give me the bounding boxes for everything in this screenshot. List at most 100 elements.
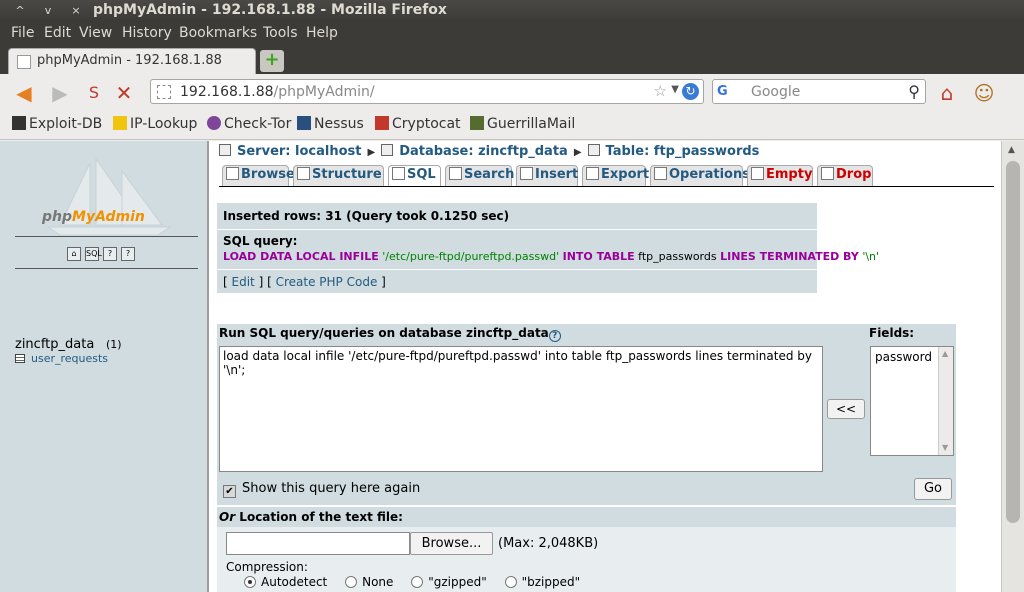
show-query-again-option[interactable]: ✔ Show this query here again <box>223 481 420 498</box>
show-query-label: Show this query here again <box>242 481 421 496</box>
sql-icon[interactable]: SQL <box>85 247 102 261</box>
bookmark-ip-lookup[interactable]: IP-Lookup <box>113 116 197 132</box>
scrollbar-thumb[interactable] <box>1006 161 1020 523</box>
go-button[interactable]: Go <box>914 478 952 500</box>
search-bar[interactable]: G Google ⚲ <box>712 79 926 104</box>
menu-history[interactable]: History <box>122 25 172 41</box>
forward-arrow-icon[interactable]: ▶ <box>47 80 73 106</box>
bookmark-guerrillamail[interactable]: GuerrillaMail <box>470 116 575 132</box>
field-option[interactable]: password <box>875 350 932 364</box>
bookmark-nessus[interactable]: Nessus <box>297 116 364 132</box>
tab-export[interactable]: Export <box>582 165 649 186</box>
close-window-button[interactable]: × <box>68 3 84 19</box>
breadcrumb-table[interactable]: Table: ftp_passwords <box>587 144 760 159</box>
noscript-icon[interactable]: S <box>81 80 107 106</box>
radio-icon[interactable] <box>504 576 517 588</box>
greasemonkey-icon[interactable]: ☺ <box>971 80 997 106</box>
menu-help[interactable]: Help <box>306 25 338 41</box>
reload-icon[interactable]: ↻ <box>682 83 699 100</box>
help-icon[interactable]: ? <box>548 330 561 342</box>
edit-link[interactable]: Edit <box>232 275 255 289</box>
database-name[interactable]: zincftp_data <box>15 337 94 352</box>
tab-search[interactable]: Search <box>445 165 515 186</box>
tab-label: Search <box>464 167 515 182</box>
radio-label: None <box>362 575 394 589</box>
scroll-up-arrow-icon[interactable]: ▲ <box>1008 145 1015 155</box>
browser-tab[interactable]: phpMyAdmin - 192.168.1.88 <box>8 48 256 74</box>
new-tab-button[interactable]: + <box>260 50 284 72</box>
url-history-dropdown-icon[interactable]: ▼ <box>671 84 679 95</box>
bookmark-check-tor[interactable]: Check-Tor <box>207 116 291 132</box>
logo-myadmin: MyAdmin <box>72 209 145 225</box>
breadcrumb-database-label: Database: zincftp_data <box>399 144 568 159</box>
url-text[interactable]: 192.168.1.88/phpMyAdmin/ <box>180 84 375 100</box>
sql-query-textarea[interactable]: load data local infile '/etc/pure-ftpd/p… <box>219 346 823 472</box>
file-path-input[interactable] <box>226 532 410 555</box>
menu-edit[interactable]: Edit <box>44 25 71 41</box>
location-section: Browse... (Max: 2,048KB) Compression: Au… <box>217 527 956 592</box>
tab-structure[interactable]: Structure <box>293 165 384 186</box>
scroll-down-arrow-icon[interactable]: ▼ <box>942 443 948 452</box>
phpmyadmin-logo[interactable]: phpMyAdmin <box>30 153 180 239</box>
maximize-button[interactable]: v <box>40 3 56 19</box>
radio-icon[interactable] <box>411 576 424 588</box>
tab-insert[interactable]: Insert <box>516 165 578 186</box>
radio-selected-icon[interactable] <box>244 576 256 588</box>
bracket: ] [ <box>258 275 272 289</box>
compression-autodetect[interactable]: Autodetect <box>244 575 327 589</box>
compression-none[interactable]: None <box>345 575 393 589</box>
insert-field-button[interactable]: << <box>827 399 865 419</box>
radio-icon[interactable] <box>345 576 358 588</box>
tab-empty[interactable]: Empty <box>747 165 813 186</box>
home-icon[interactable]: ⌂ <box>934 80 960 106</box>
site-identity-icon[interactable] <box>157 85 171 99</box>
menu-view[interactable]: View <box>79 25 112 41</box>
url-bar[interactable]: 192.168.1.88/phpMyAdmin/ ☆ ▼ ↻ <box>150 79 704 104</box>
bookmark-cryptocat[interactable]: Cryptocat <box>375 116 461 132</box>
compression-gzipped[interactable]: "gzipped" <box>411 575 487 589</box>
back-arrow-icon[interactable]: ◀ <box>11 80 37 106</box>
breadcrumb-database[interactable]: Database: zincftp_data <box>381 144 568 159</box>
create-php-code-link[interactable]: Create PHP Code <box>276 275 378 289</box>
bookmark-exploit-db[interactable]: Exploit-DB <box>12 116 102 132</box>
home-icon[interactable]: ⌂ <box>67 247 81 261</box>
search-icon[interactable]: ⚲ <box>908 82 920 101</box>
menu-file[interactable]: File <box>11 25 34 41</box>
fields-scrollbar[interactable]: ▲ ▼ <box>938 347 953 455</box>
compression-options: Autodetect None "gzipped" "bzipped" <box>244 575 594 589</box>
show-query-checkbox[interactable]: ✔ <box>223 485 236 498</box>
tab-drop[interactable]: Drop <box>817 165 873 186</box>
bookmark-star-icon[interactable]: ☆ <box>654 82 667 100</box>
bookmark-label: Nessus <box>314 116 364 132</box>
tab-operations[interactable]: Operations <box>650 165 750 186</box>
bracket: ] <box>381 275 386 289</box>
tab-label: SQL <box>407 167 436 182</box>
stop-icon[interactable]: ✕ <box>111 80 137 106</box>
docs-icon[interactable]: ? <box>121 247 135 261</box>
compression-bzipped[interactable]: "bzipped" <box>504 575 580 589</box>
divider <box>15 268 198 269</box>
breadcrumb-server[interactable]: Server: localhost <box>219 144 361 159</box>
tab-browse[interactable]: Browse <box>222 165 295 186</box>
page-scrollbar[interactable]: ▲ <box>1001 141 1024 592</box>
browse-button[interactable]: Browse... <box>410 532 493 555</box>
query-result-message: Inserted rows: 31 (Query took 0.1250 sec… <box>217 203 879 293</box>
tab-label: Structure <box>312 167 382 182</box>
menu-bookmarks[interactable]: Bookmarks <box>179 25 257 41</box>
breadcrumb-server-label: Server: localhost <box>237 144 362 159</box>
fields-listbox[interactable]: password ▲ ▼ <box>870 346 954 456</box>
export-icon <box>586 167 599 180</box>
page-favicon-icon <box>17 55 31 69</box>
logo-wordmark: phpMyAdmin <box>42 209 145 225</box>
browser-tab-label: phpMyAdmin - 192.168.1.88 <box>37 53 222 68</box>
menu-tools[interactable]: Tools <box>263 25 298 41</box>
query-window-icon[interactable]: ? <box>103 247 117 261</box>
scroll-up-arrow-icon[interactable]: ▲ <box>942 349 948 358</box>
minimize-button[interactable]: ^ <box>12 3 28 19</box>
location-heading: Or Location of the text file: <box>217 505 956 527</box>
bookmark-label: Check-Tor <box>224 116 292 132</box>
sidebar-table-link[interactable]: user_requests <box>15 352 108 365</box>
search-engine-icon[interactable]: G <box>717 84 728 99</box>
breadcrumb-table-label: Table: ftp_passwords <box>605 144 760 159</box>
tab-sql[interactable]: SQL <box>388 165 441 186</box>
